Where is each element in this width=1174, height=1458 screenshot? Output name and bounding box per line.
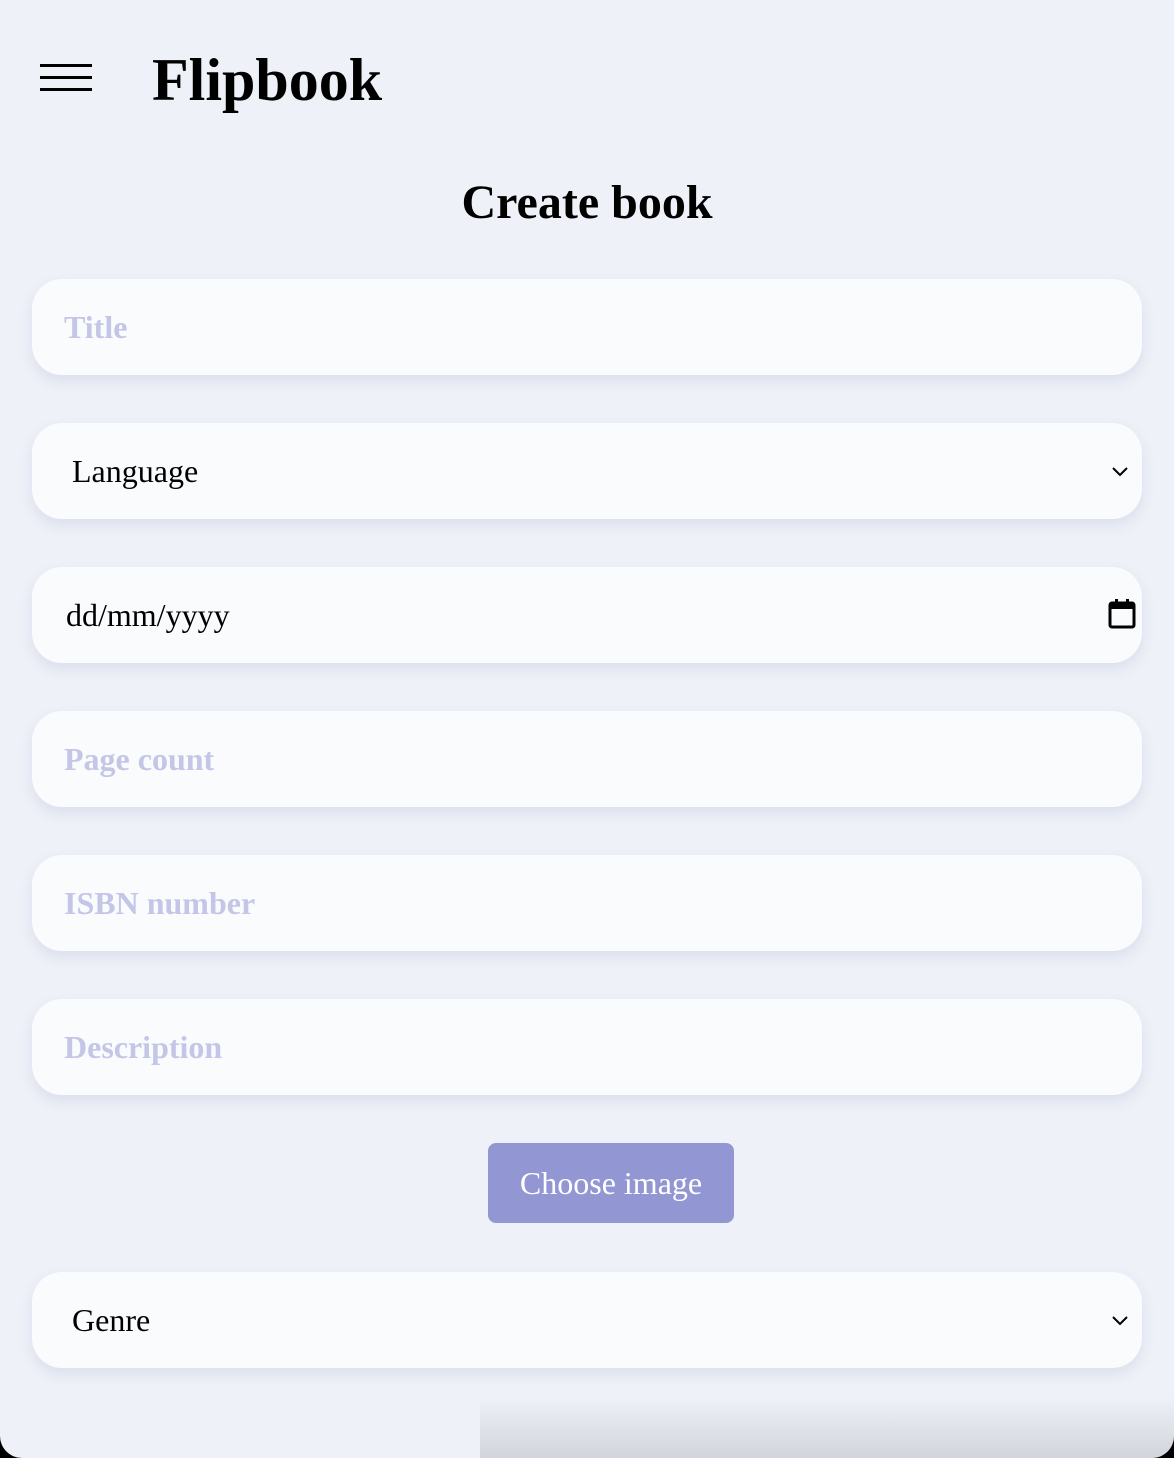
menu-line <box>40 64 92 67</box>
page-count-field <box>32 711 1142 807</box>
title-field <box>32 279 1142 375</box>
menu-line <box>40 76 92 79</box>
choose-image-button[interactable]: Choose image <box>488 1143 734 1223</box>
page-title: Create book <box>461 176 713 229</box>
app-window: Flipbook Create book Language dd/mm/yyyy… <box>0 0 1174 1458</box>
genre-select[interactable]: Genre <box>32 1272 1142 1368</box>
language-select[interactable]: Language <box>32 423 1142 519</box>
language-select-value: Language <box>72 453 199 489</box>
title-input[interactable] <box>32 279 1142 375</box>
scroll-shadow <box>480 1398 1174 1458</box>
date-input-value: dd/mm/yyyy <box>66 597 230 633</box>
brand-title: Flipbook <box>152 47 383 113</box>
hamburger-menu-icon[interactable] <box>40 64 92 92</box>
chevron-down-icon <box>1112 467 1128 477</box>
description-input[interactable] <box>32 999 1142 1095</box>
calendar-icon[interactable] <box>1108 599 1136 629</box>
chevron-down-icon <box>1112 1316 1128 1326</box>
genre-select-value: Genre <box>72 1302 151 1338</box>
isbn-input[interactable] <box>32 855 1142 951</box>
publish-date-field[interactable]: dd/mm/yyyy <box>32 567 1142 663</box>
isbn-field <box>32 855 1142 951</box>
page-count-input[interactable] <box>32 711 1142 807</box>
menu-line <box>40 88 92 91</box>
description-field <box>32 999 1142 1095</box>
header: Flipbook <box>0 0 1174 160</box>
